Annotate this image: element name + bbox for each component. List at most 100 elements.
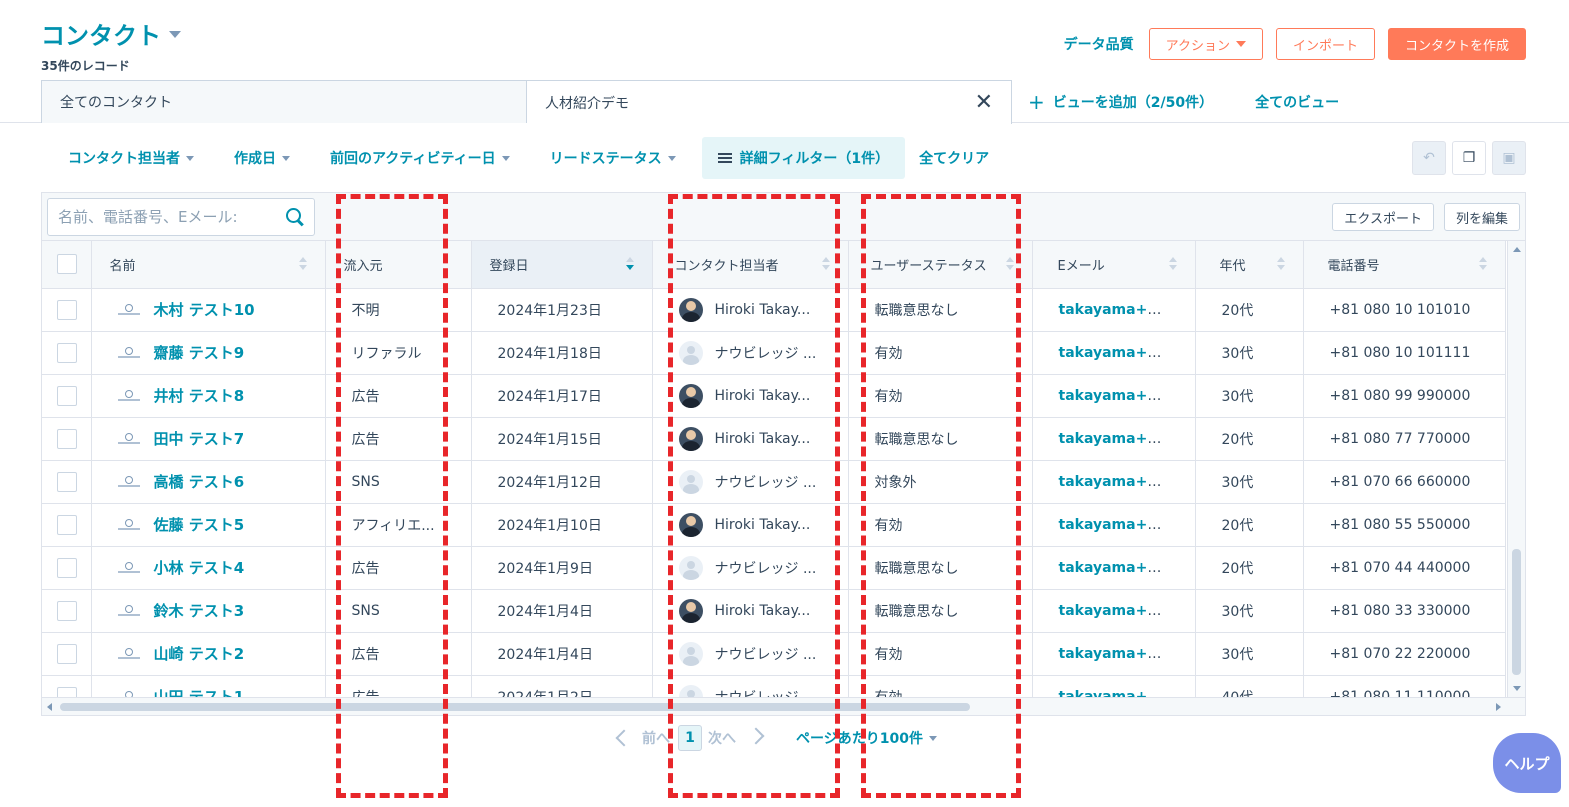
owner-cell-inner: Hiroki Takay... [678,297,838,322]
column-header-source[interactable]: 流入元 [325,241,472,289]
row-checkbox[interactable] [57,299,77,320]
vertical-scroll-thumb[interactable] [1512,549,1521,675]
email-link[interactable]: takayama+u... [1059,646,1174,662]
table-row[interactable]: 田中 テスト7 広告 2024年1月15日 Hiroki Takay... 転職意思なし… [42,417,1506,461]
table-row[interactable]: 齋藤 テスト9 リファラル 2024年1月18日 ナウビレッジ ... 有効 takaya… [42,331,1506,375]
filter-last-activity[interactable]: 前回のアクティビティー日 [330,148,510,168]
row-checkbox[interactable] [57,600,77,621]
email-link[interactable]: takayama+u... [1059,388,1174,404]
email-link[interactable]: takayama+u... [1059,431,1174,447]
sort-icon[interactable] [1168,257,1177,271]
row-checkbox[interactable] [57,428,77,449]
column-header-age[interactable]: 年代 [1195,241,1304,289]
row-checkbox[interactable] [57,514,77,535]
data-quality-button[interactable]: データ品質 [1062,34,1136,54]
sort-icon[interactable] [1005,257,1014,271]
column-header-owner[interactable]: コンタクト担当者 [652,241,849,289]
object-switcher[interactable]: コンタクト [41,16,181,51]
column-header-user-status[interactable]: ユーザーステータス [848,241,1033,289]
search-input[interactable] [58,208,286,226]
column-label: 電話番号 [1327,258,1380,274]
current-page[interactable]: 1 [678,725,702,751]
chevron-left-icon[interactable] [615,729,633,747]
clear-all-button[interactable]: 全てクリア [919,148,989,168]
filter-created-date[interactable]: 作成日 [234,148,290,168]
advanced-filter-button[interactable]: 詳細フィルター（1件） [701,137,906,179]
row-checkbox[interactable] [57,643,77,664]
table-row[interactable]: 木村 テスト10 不明 2024年1月23日 Hiroki Takay... 転職意思な… [42,288,1506,332]
close-icon[interactable]: ✕ [975,91,993,114]
filter-owner[interactable]: コンタクト担当者 [68,148,194,168]
contact-name-link[interactable]: 木村 テスト10 [154,299,255,320]
email-link[interactable]: takayama+u... [1059,560,1174,576]
contact-name-link[interactable]: 齋藤 テスト9 [154,342,245,363]
registered-date-cell: 2024年1月18日 [471,331,653,375]
edit-columns-button[interactable]: 列を編集 [1443,203,1520,231]
column-header-registered-date[interactable]: 登録日 [471,241,653,289]
row-select-cell [42,546,92,590]
undo-button[interactable]: ↶ [1412,141,1446,175]
sort-icon[interactable] [1478,257,1487,271]
horizontal-scroll-thumb[interactable] [60,703,970,711]
table-row[interactable]: 井村 テスト8 広告 2024年1月17日 Hiroki Takay... 有効 taka… [42,374,1506,418]
email-link[interactable]: takayama+u... [1059,302,1174,318]
view-tab-recruiting-demo[interactable]: 人材紹介デモ ✕ [527,80,1012,124]
create-contact-button[interactable]: コンタクトを作成 [1387,28,1526,60]
contact-name-link[interactable]: 井村 テスト8 [154,385,245,406]
name-cell-inner: 齋藤 テスト9 [117,342,301,363]
email-link[interactable]: takayama+u... [1059,345,1174,361]
scroll-down-icon[interactable] [1513,686,1521,691]
chevron-right-icon[interactable] [747,727,765,745]
select-all-checkbox[interactable] [57,254,77,275]
save-view-button[interactable]: ▣ [1492,141,1526,175]
row-checkbox[interactable] [57,385,77,406]
scroll-up-icon[interactable] [1513,247,1521,252]
contact-name-link[interactable]: 小林 テスト4 [154,557,245,578]
vertical-scrollbar[interactable] [1507,241,1525,697]
contact-name-link[interactable]: 鈴木 テスト3 [154,600,245,621]
actions-button[interactable]: アクション [1148,28,1263,60]
source-cell: リファラル [325,331,472,375]
horizontal-scrollbar[interactable] [42,697,1525,715]
email-link[interactable]: takayama+u... [1059,517,1174,533]
age-cell: 20代 [1195,503,1304,547]
view-tab-all-contacts[interactable]: 全てのコンタクト [41,80,527,123]
sort-icon[interactable] [625,257,634,271]
column-header-phone[interactable]: 電話番号 [1303,241,1506,289]
prev-page-button[interactable]: 前へ [642,728,670,748]
next-page-button[interactable]: 次へ [708,728,736,748]
column-header-email[interactable]: Eメール [1032,241,1196,289]
scroll-left-icon[interactable] [47,703,52,711]
row-checkbox[interactable] [57,342,77,363]
sort-icon[interactable] [1276,257,1285,271]
phone-cell: +81 080 55 550000 [1303,503,1506,547]
clone-view-button[interactable]: ❐ [1452,141,1486,175]
avatar [678,512,703,537]
contact-name-link[interactable]: 山崎 テスト2 [154,643,245,664]
table-row[interactable]: 高橋 テスト6 SNS 2024年1月12日 ナウビレッジ ... 対象外 takayam… [42,460,1506,504]
table-row[interactable]: 鈴木 テスト3 SNS 2024年1月4日 Hiroki Takay... 転職意思なし… [42,589,1506,633]
import-button[interactable]: インポート [1275,28,1375,60]
add-view-button[interactable]: + ビューを追加（2/50件） [1028,80,1213,123]
sort-icon[interactable] [821,257,830,271]
sort-icon[interactable] [298,257,307,271]
contact-name-link[interactable]: 佐藤 テスト5 [154,514,245,535]
column-header-name[interactable]: 名前 [91,241,326,289]
email-link[interactable]: takayama+u... [1059,474,1174,490]
contact-name-link[interactable]: 田中 テスト7 [154,428,245,449]
scroll-right-icon[interactable] [1496,703,1501,711]
table-row[interactable]: 山崎 テスト2 広告 2024年1月4日 ナウビレッジ ... 有効 takayama+u… [42,632,1506,676]
row-checkbox[interactable] [57,471,77,492]
search-icon[interactable] [286,208,304,226]
table-row[interactable]: 小林 テスト4 広告 2024年1月9日 ナウビレッジ ... 転職意思なし takaya… [42,546,1506,590]
export-button[interactable]: エクスポート [1332,203,1434,231]
contact-name-link[interactable]: 高橋 テスト6 [154,471,245,492]
table-row[interactable]: 佐藤 テスト5 アフィリエ... 2024年1月10日 Hiroki Takay...… [42,503,1506,547]
per-page-select[interactable]: ページあたり100件 [796,728,937,748]
email-link[interactable]: takayama+u... [1059,603,1174,619]
all-views-link[interactable]: 全てのビュー [1255,80,1339,123]
row-checkbox[interactable] [57,557,77,578]
help-button[interactable]: ヘルプ [1493,733,1561,793]
filter-lead-status[interactable]: リードステータス [550,148,676,168]
record-count: 35件のレコード [41,59,130,73]
